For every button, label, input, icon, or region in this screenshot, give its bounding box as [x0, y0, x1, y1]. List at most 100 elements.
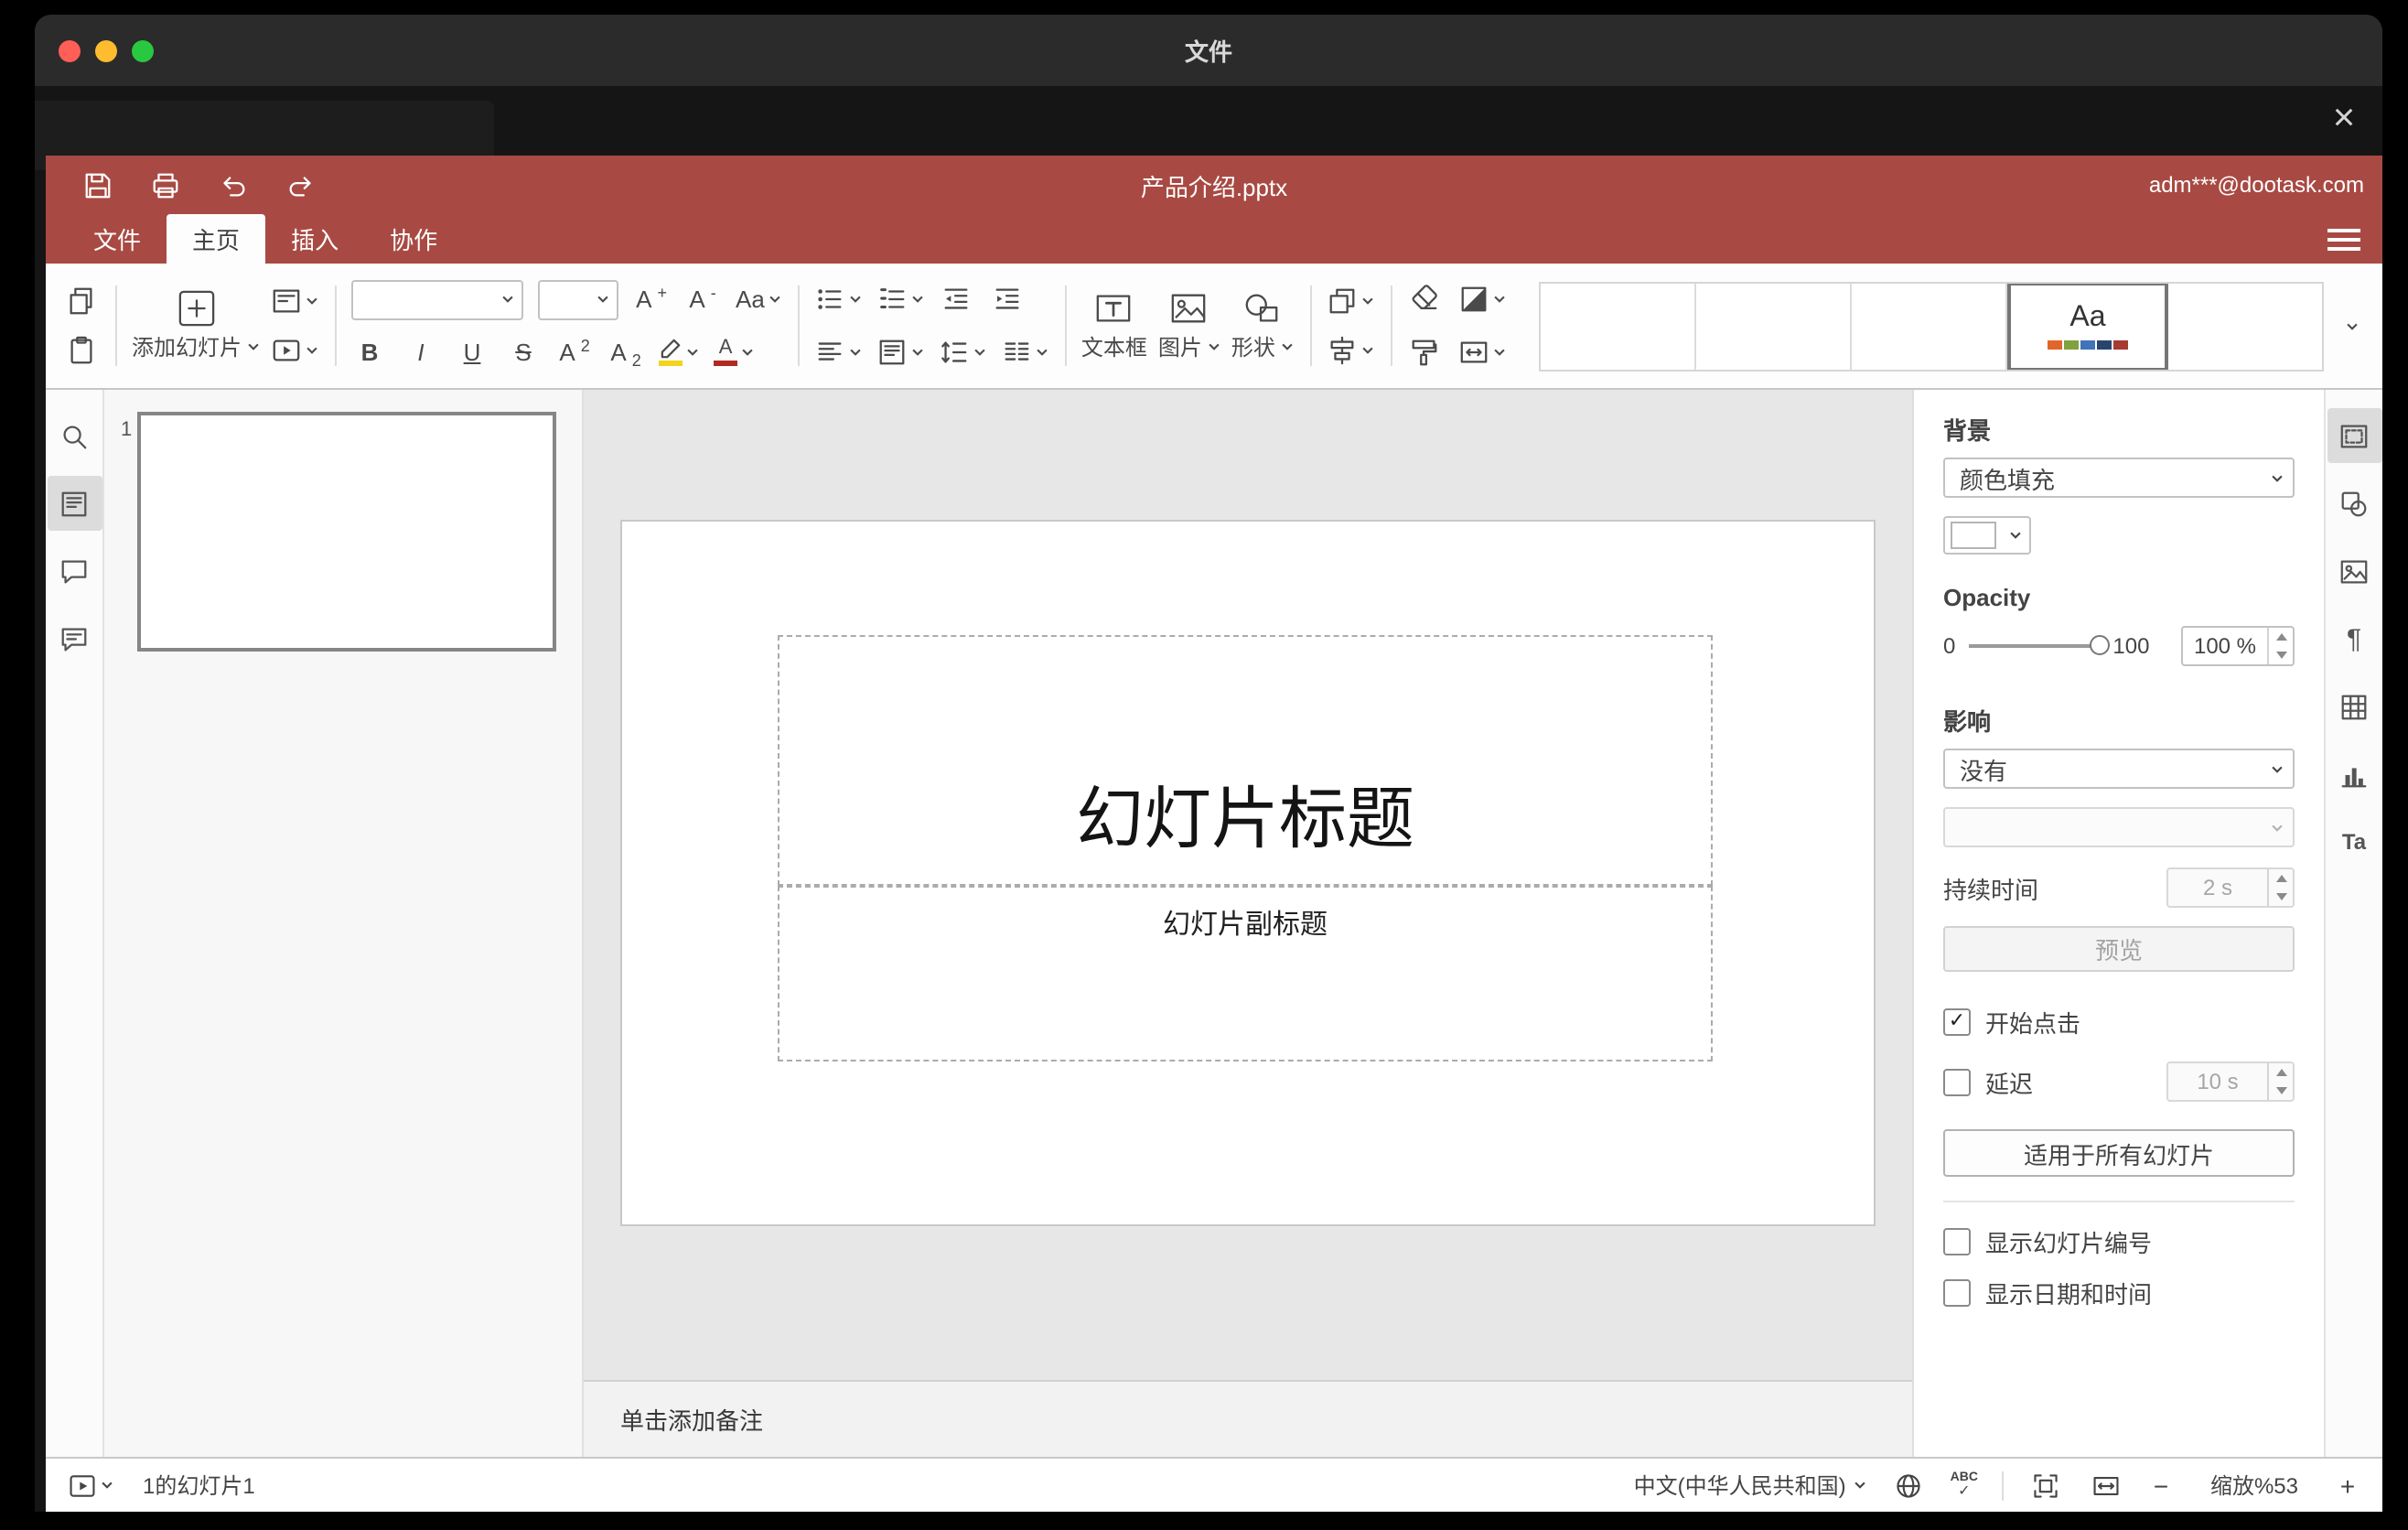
- opacity-slider-knob[interactable]: [2089, 635, 2110, 655]
- decrease-font-button[interactable]: A-: [684, 279, 721, 319]
- window-close-button[interactable]: [59, 39, 81, 61]
- font-name-select[interactable]: [351, 279, 524, 319]
- image-settings-button[interactable]: [2327, 544, 2381, 598]
- preview-button[interactable]: 预览: [1943, 926, 2295, 972]
- paragraph-settings-button[interactable]: ¶: [2327, 611, 2381, 666]
- change-layout-button[interactable]: [271, 281, 318, 321]
- increase-font-button[interactable]: A +: [633, 279, 670, 319]
- bold-button[interactable]: B: [351, 332, 388, 372]
- theme-tile[interactable]: [1851, 283, 2007, 369]
- spell-check-button[interactable]: ABC ✓: [1951, 1471, 1978, 1499]
- spinner-arrows[interactable]: [2267, 1063, 2293, 1100]
- apply-to-all-slides-button[interactable]: 适用于所有幻灯片: [1943, 1129, 2295, 1177]
- slide-subtitle-placeholder[interactable]: 幻灯片副标题: [778, 886, 1713, 1061]
- columns-button[interactable]: [1001, 332, 1048, 372]
- slide[interactable]: 幻灯片标题 幻灯片副标题: [620, 520, 1876, 1226]
- subscript-button[interactable]: A2: [607, 332, 644, 372]
- add-slide-button[interactable]: 添加幻灯片: [132, 289, 260, 362]
- table-settings-button[interactable]: [2327, 679, 2381, 734]
- window-minimize-button[interactable]: [95, 39, 117, 61]
- background-fill-select[interactable]: 颜色填充: [1943, 458, 2295, 498]
- numbering-button[interactable]: [876, 279, 924, 319]
- superscript-button[interactable]: A2: [556, 332, 593, 372]
- fit-width-button[interactable]: [2088, 1465, 2124, 1505]
- arrange-shape-button[interactable]: [1327, 281, 1374, 321]
- slide-settings-button[interactable]: [2327, 408, 2381, 463]
- close-preview-icon[interactable]: ×: [2322, 97, 2366, 141]
- opacity-slider[interactable]: [1968, 635, 2110, 655]
- notes-area[interactable]: 单击添加备注: [584, 1380, 1912, 1457]
- vertical-align-button[interactable]: [876, 332, 924, 372]
- tab-collaboration[interactable]: 协作: [364, 214, 463, 264]
- textart-settings-button[interactable]: Ta: [2327, 814, 2381, 869]
- fit-slide-button[interactable]: [2027, 1465, 2064, 1505]
- clear-style-button[interactable]: [1407, 279, 1444, 319]
- copy-style-button[interactable]: [1407, 332, 1444, 372]
- zoom-out-button[interactable]: −: [2148, 1471, 2174, 1500]
- slide-size-button[interactable]: [1458, 332, 1506, 372]
- opacity-spinner[interactable]: 100 %: [2181, 626, 2295, 666]
- start-slideshow-button[interactable]: [271, 330, 318, 371]
- spin-up-icon[interactable]: [2275, 633, 2286, 641]
- hamburger-menu-icon[interactable]: [2326, 223, 2362, 254]
- tab-file[interactable]: 文件: [68, 214, 167, 264]
- strikethrough-button[interactable]: S: [505, 332, 542, 372]
- fill-color-button[interactable]: [1458, 279, 1506, 319]
- delay-checkbox[interactable]: [1943, 1068, 1971, 1095]
- spin-down-icon[interactable]: [2275, 652, 2286, 659]
- bullets-button[interactable]: [814, 279, 862, 319]
- italic-button[interactable]: I: [403, 332, 439, 372]
- theme-tile[interactable]: [2167, 283, 2322, 369]
- theme-gallery-expand-button[interactable]: [2333, 321, 2370, 330]
- window-zoom-button[interactable]: [132, 39, 154, 61]
- duration-spinner[interactable]: 2 s: [2166, 867, 2295, 908]
- decrease-indent-button[interactable]: [939, 279, 975, 319]
- horizontal-align-button[interactable]: [814, 332, 862, 372]
- language-selector[interactable]: 中文(中华人民共和国): [1634, 1470, 1866, 1501]
- redo-button[interactable]: [282, 167, 318, 203]
- search-button[interactable]: [47, 408, 102, 463]
- shape-settings-button[interactable]: [2327, 476, 2381, 531]
- effect-type-select[interactable]: [1943, 807, 2295, 847]
- font-color-button[interactable]: A: [714, 332, 754, 372]
- copy-button[interactable]: [62, 281, 99, 321]
- delay-spinner[interactable]: 10 s: [2166, 1061, 2295, 1102]
- tab-insert[interactable]: 插入: [265, 214, 364, 264]
- insert-textbox-button[interactable]: 文本框: [1081, 289, 1147, 362]
- theme-tile[interactable]: [1540, 283, 1696, 369]
- spinner-arrows[interactable]: [2267, 869, 2293, 906]
- chat-button[interactable]: [47, 611, 102, 666]
- comments-button[interactable]: [47, 544, 102, 598]
- slide-thumbnail[interactable]: [137, 412, 556, 652]
- insert-shape-button[interactable]: 形状: [1231, 289, 1294, 362]
- tab-home[interactable]: 主页: [167, 214, 266, 264]
- slide-canvas[interactable]: 幻灯片标题 幻灯片副标题: [584, 390, 1912, 1380]
- undo-button[interactable]: [214, 167, 251, 203]
- change-case-button[interactable]: Aa: [736, 279, 781, 319]
- insert-image-button[interactable]: 图片: [1158, 289, 1220, 362]
- slides-panel-button[interactable]: [47, 476, 102, 531]
- line-spacing-button[interactable]: [939, 332, 986, 372]
- show-date-time-checkbox[interactable]: [1943, 1279, 1971, 1307]
- theme-tile-selected[interactable]: Aa: [2006, 283, 2168, 369]
- effect-select[interactable]: 没有: [1943, 749, 2295, 789]
- font-size-select[interactable]: [538, 279, 619, 319]
- start-on-click-checkbox[interactable]: ✓: [1943, 1008, 1971, 1036]
- show-slide-number-checkbox[interactable]: [1943, 1228, 1971, 1255]
- paste-button[interactable]: [62, 330, 99, 371]
- spinner-arrows[interactable]: [2267, 628, 2293, 664]
- increase-indent-button[interactable]: [990, 279, 1027, 319]
- underline-button[interactable]: U: [454, 332, 490, 372]
- align-objects-button[interactable]: [1327, 330, 1374, 371]
- slide-title-placeholder[interactable]: 幻灯片标题: [778, 635, 1713, 886]
- zoom-in-button[interactable]: +: [2335, 1471, 2360, 1500]
- shape-settings-icon: [2341, 490, 2367, 516]
- document-language-button[interactable]: [1890, 1465, 1927, 1505]
- highlight-color-button[interactable]: [659, 332, 699, 372]
- print-button[interactable]: [146, 167, 183, 203]
- background-color-select[interactable]: [1943, 516, 2031, 555]
- theme-tile[interactable]: [1695, 283, 1852, 369]
- start-slideshow-statusbar-button[interactable]: [68, 1465, 113, 1505]
- save-button[interactable]: [79, 167, 115, 203]
- chart-settings-button[interactable]: [2327, 747, 2381, 802]
